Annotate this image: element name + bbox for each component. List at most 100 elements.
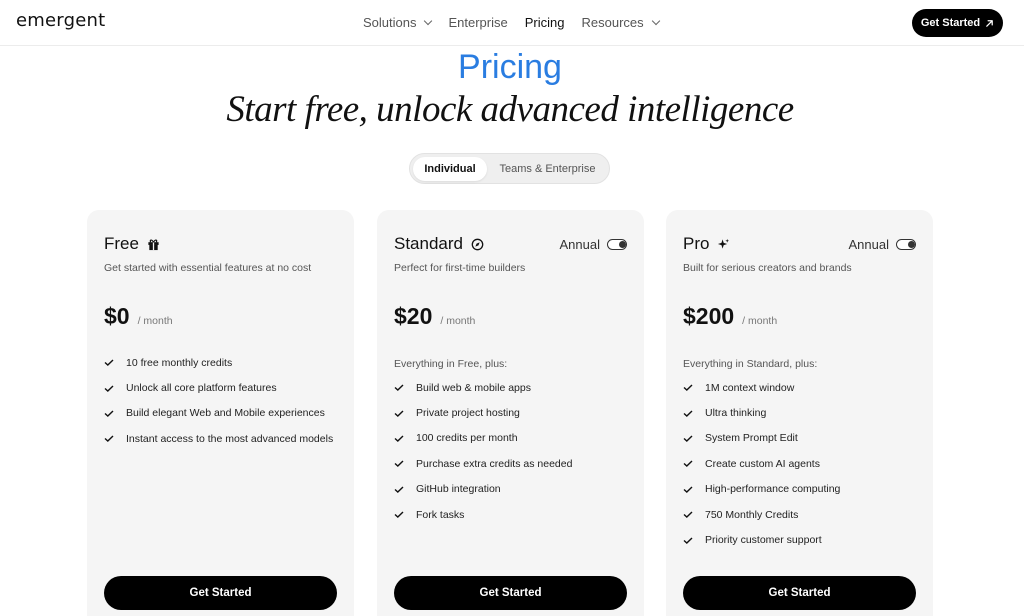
feature-text: Unlock all core platform features	[126, 382, 277, 395]
plan-name: Pro	[683, 234, 710, 253]
feature-text: Build web & mobile apps	[416, 381, 531, 394]
price-amount: $0	[104, 303, 130, 329]
get-started-nav-button[interactable]: Get Started	[912, 9, 1003, 37]
feature-text: 750 Monthly Credits	[705, 508, 799, 521]
plan-card-pro: Pro Annual Built for serious creators an…	[666, 210, 933, 616]
price-amount: $20	[394, 303, 433, 329]
check-icon	[104, 435, 114, 443]
feature-item: System Prompt Edit	[683, 426, 840, 451]
feature-text: Purchase extra credits as needed	[416, 457, 573, 470]
page-headline: Start free, unlock advanced intelligence	[226, 89, 794, 130]
plan-price: $0 / month	[104, 303, 173, 330]
feature-item: Create custom AI agents	[683, 451, 840, 476]
nav-link-pricing[interactable]: Pricing	[525, 15, 565, 30]
plan-type-toggle: Individual Teams & Enterprise	[409, 153, 610, 184]
annual-label: Annual	[559, 237, 600, 252]
logo[interactable]: emergent	[16, 10, 105, 31]
nav-links: Solutions Enterprise Pricing Resources	[363, 15, 676, 30]
check-icon	[683, 384, 693, 392]
nav-link-enterprise[interactable]: Enterprise	[448, 15, 507, 30]
plan-description: Get started with essential features at n…	[104, 262, 312, 274]
top-nav: emergent Solutions Enterprise Pricing Re…	[0, 0, 1024, 46]
price-period: / month	[137, 315, 173, 327]
feature-item: Priority customer support	[683, 527, 840, 552]
annual-switch[interactable]	[896, 239, 916, 250]
feature-list: Build web & mobile apps Private project …	[394, 375, 572, 527]
get-started-standard-button[interactable]: Get Started	[394, 576, 627, 610]
arrow-up-right-icon	[986, 19, 993, 27]
check-icon	[394, 410, 404, 417]
plan-name: Free	[104, 234, 139, 253]
plan-title: Standard	[394, 234, 484, 254]
feature-text: Create custom AI agents	[705, 457, 820, 470]
check-icon	[683, 435, 693, 442]
plan-title: Free	[104, 234, 160, 254]
check-icon	[104, 359, 114, 367]
feature-item: High-performance computing	[683, 477, 840, 502]
get-started-pro-button[interactable]: Get Started	[683, 576, 916, 610]
plan-description: Built for serious creators and brands	[683, 262, 852, 274]
check-icon	[394, 384, 404, 392]
chevron-down-icon	[424, 16, 433, 25]
check-icon	[394, 435, 404, 442]
check-icon	[683, 410, 693, 417]
check-icon	[683, 537, 693, 544]
feature-text: 100 credits per month	[416, 432, 518, 445]
plan-name: Standard	[394, 234, 463, 253]
plan-includes: Everything in Free, plus:	[394, 358, 508, 370]
plan-card-standard: Standard Annual Perfect for first-time b…	[377, 210, 644, 616]
feature-text: 10 free monthly credits	[126, 356, 233, 369]
plan-description: Perfect for first-time builders	[394, 262, 526, 274]
feature-text: Priority customer support	[705, 534, 822, 547]
check-icon	[394, 460, 404, 468]
annual-label: Annual	[848, 237, 889, 252]
feature-item: Build elegant Web and Mobile experiences	[104, 401, 333, 426]
feature-item: Fork tasks	[394, 502, 572, 527]
feature-item: 10 free monthly credits	[104, 350, 333, 375]
nav-link-resources[interactable]: Resources	[581, 15, 660, 30]
annual-billing-toggle[interactable]: Annual	[560, 237, 627, 252]
feature-list: 1M context window Ultra thinking System …	[683, 375, 840, 553]
check-icon	[394, 486, 404, 493]
annual-billing-toggle[interactable]: Annual	[849, 237, 916, 252]
plan-includes: Everything in Standard, plus:	[683, 358, 818, 370]
feature-text: High-performance computing	[705, 483, 841, 496]
nav-link-label: Solutions	[363, 15, 417, 30]
nav-link-solutions[interactable]: Solutions	[363, 15, 433, 30]
plan-title: Pro	[683, 234, 730, 254]
price-period: / month	[742, 315, 778, 327]
check-icon	[104, 410, 114, 417]
feature-text: System Prompt Edit	[705, 432, 798, 445]
feature-item: Build web & mobile apps	[394, 375, 572, 400]
check-icon	[683, 511, 693, 519]
sparkle-icon	[718, 238, 730, 249]
plan-price: $200 / month	[683, 303, 777, 330]
check-icon	[683, 486, 693, 493]
nav-link-label: Enterprise	[448, 15, 508, 30]
gift-icon	[148, 238, 159, 250]
feature-item: Unlock all core platform features	[104, 375, 333, 400]
toggle-teams-enterprise[interactable]: Teams & Enterprise	[496, 157, 599, 181]
feature-item: Ultra thinking	[683, 400, 840, 425]
feature-item: 100 credits per month	[394, 426, 572, 451]
feature-text: Ultra thinking	[705, 407, 767, 420]
feature-text: Private project hosting	[416, 407, 520, 420]
feature-text: Instant access to the most advanced mode…	[126, 432, 334, 445]
feature-text: 1M context window	[705, 381, 795, 394]
check-icon	[683, 460, 693, 468]
feature-text: Build elegant Web and Mobile experiences	[126, 407, 325, 420]
nav-link-label: Resources	[581, 15, 644, 30]
feature-item: GitHub integration	[394, 477, 572, 502]
feature-item: Private project hosting	[394, 400, 572, 425]
check-icon	[394, 511, 404, 519]
annual-switch[interactable]	[607, 239, 627, 250]
feature-list: 10 free monthly credits Unlock all core …	[104, 350, 333, 452]
nav-link-label: Pricing	[524, 15, 565, 30]
toggle-individual[interactable]: Individual	[413, 157, 487, 181]
get-started-free-button[interactable]: Get Started	[104, 576, 337, 610]
page-eyebrow: Pricing	[458, 48, 562, 86]
feature-text: GitHub integration	[416, 483, 501, 496]
plan-price: $20 / month	[394, 303, 475, 330]
get-started-label: Get Started	[920, 17, 981, 29]
price-period: / month	[440, 315, 476, 327]
